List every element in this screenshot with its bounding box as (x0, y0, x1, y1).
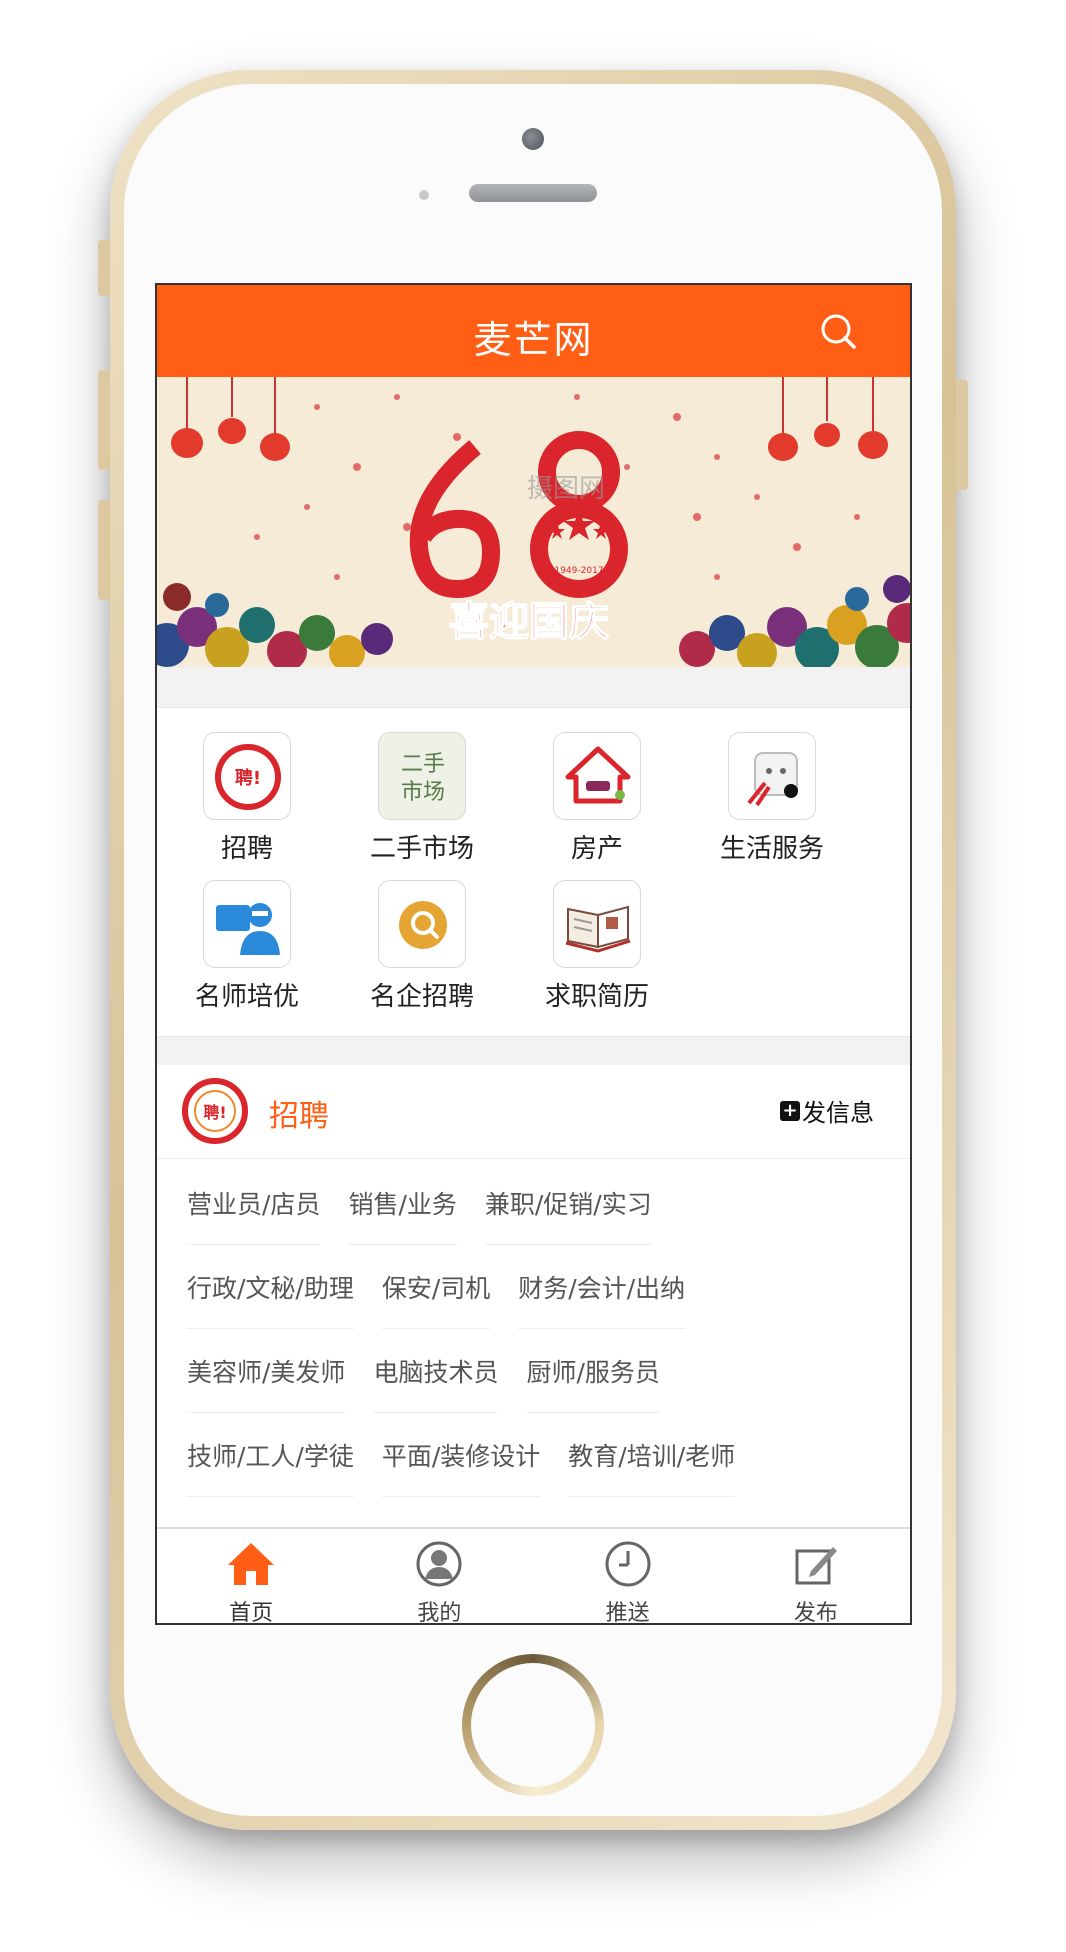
tab-home[interactable]: 首页 (157, 1529, 345, 1623)
volume-down-button (98, 500, 110, 600)
svg-text:聘!: 聘! (203, 1103, 226, 1122)
recruit-icon: 聘! (203, 732, 291, 820)
company-recruit-icon (378, 880, 466, 968)
lantern-icon (768, 377, 888, 461)
category-resume[interactable]: 求职简历 (517, 880, 677, 1013)
category-recruit[interactable]: 聘! 招聘 (167, 732, 327, 865)
job-tag[interactable]: 厨师/服务员 (526, 1329, 660, 1413)
front-camera (522, 128, 544, 150)
job-tag[interactable]: 保安/司机 (381, 1245, 491, 1329)
tab-publish[interactable]: 发布 (722, 1529, 910, 1623)
resume-icon (553, 880, 641, 968)
job-tag-row: 营业员/店员 销售/业务 兼职/促销/实习 (187, 1161, 680, 1245)
search-icon[interactable] (818, 311, 858, 351)
job-tag-row: 行政/文秘/助理 保安/司机 财务/会计/出纳 (187, 1245, 713, 1329)
life-service-icon (728, 732, 816, 820)
category-teacher[interactable]: 名师培优 (167, 880, 327, 1013)
volume-up-button (98, 370, 110, 470)
flower-decoration (679, 575, 910, 667)
lantern-icon (171, 377, 290, 461)
teacher-icon (203, 880, 291, 968)
svg-text:1949-2017: 1949-2017 (554, 566, 603, 576)
job-tag[interactable]: 营业员/店员 (187, 1161, 321, 1245)
category-company-recruit[interactable]: 名企招聘 (342, 880, 502, 1013)
recruit-section: 聘! 招聘 + 发信息 营业员/店员 销售/业务 兼职/促销/实习 行政/文秘/… (157, 1065, 910, 1545)
bottom-tab-bar: 首页 我的 推送 发布 (157, 1527, 910, 1623)
svg-text:聘!: 聘! (235, 767, 261, 789)
tab-push[interactable]: 推送 (534, 1529, 722, 1623)
recruit-logo-icon: 聘! (182, 1078, 248, 1144)
category-house[interactable]: 房产 (517, 732, 677, 865)
edit-icon (795, 1547, 837, 1585)
job-tag[interactable]: 平面/装修设计 (381, 1413, 541, 1497)
clock-icon (605, 1541, 651, 1587)
job-tag[interactable]: 兼职/促销/实习 (484, 1161, 652, 1245)
job-tag-row: 技师/工人/学徒 平面/装修设计 教育/培训/老师 (187, 1413, 763, 1497)
job-tag[interactable]: 教育/培训/老师 (568, 1413, 736, 1497)
plus-icon: + (780, 1100, 800, 1121)
recruit-section-title: 招聘 (269, 1099, 329, 1134)
national-day-banner-image: 1949-2017 摄图网 喜迎国庆 (157, 377, 910, 667)
second-hand-icon: 二手 市场 (378, 732, 466, 820)
app-screen: 麦芒网 1949-2017 摄图网 喜迎国庆 聘! 招聘 二手 市场 二手市场 … (155, 283, 912, 1625)
job-tag[interactable]: 销售/业务 (348, 1161, 457, 1245)
job-tag[interactable]: 美容师/美发师 (187, 1329, 346, 1413)
banner-caption: 喜迎国庆 (449, 599, 609, 645)
job-tag[interactable]: 财务/会计/出纳 (518, 1245, 686, 1329)
category-grid: 聘! 招聘 二手 市场 二手市场 房产 生活服务 名师培优 名企招聘 求职简历 (157, 707, 910, 1037)
job-tag[interactable]: 电脑技术员 (373, 1329, 499, 1413)
svg-text:摄图网: 摄图网 (527, 474, 605, 504)
user-icon (416, 1541, 462, 1587)
svg-text:市场: 市场 (401, 780, 445, 805)
job-tag-row: 美容师/美发师 电脑技术员 厨师/服务员 (187, 1329, 688, 1413)
svg-text:二手: 二手 (401, 752, 445, 777)
app-title: 麦芒网 (473, 318, 594, 362)
home-icon (228, 1543, 275, 1585)
earpiece-speaker (469, 184, 597, 202)
job-tag[interactable]: 技师/工人/学徒 (187, 1413, 354, 1497)
mute-switch (98, 240, 110, 296)
job-tag[interactable]: 行政/文秘/助理 (187, 1245, 354, 1329)
tab-mine[interactable]: 我的 (345, 1529, 533, 1623)
category-life-service[interactable]: 生活服务 (692, 732, 852, 865)
post-info-button[interactable]: + 发信息 (780, 1093, 874, 1128)
power-button (956, 380, 968, 490)
promo-banner[interactable]: 1949-2017 摄图网 喜迎国庆 (157, 377, 910, 667)
app-header: 麦芒网 (157, 285, 910, 377)
house-icon (553, 732, 641, 820)
post-info-label: 发信息 (802, 1099, 874, 1127)
recruit-section-header: 聘! 招聘 + 发信息 (157, 1065, 910, 1159)
category-second-hand[interactable]: 二手 市场 二手市场 (342, 732, 502, 865)
flower-decoration (157, 583, 393, 667)
home-button[interactable] (462, 1654, 604, 1796)
proximity-sensor (419, 190, 429, 200)
